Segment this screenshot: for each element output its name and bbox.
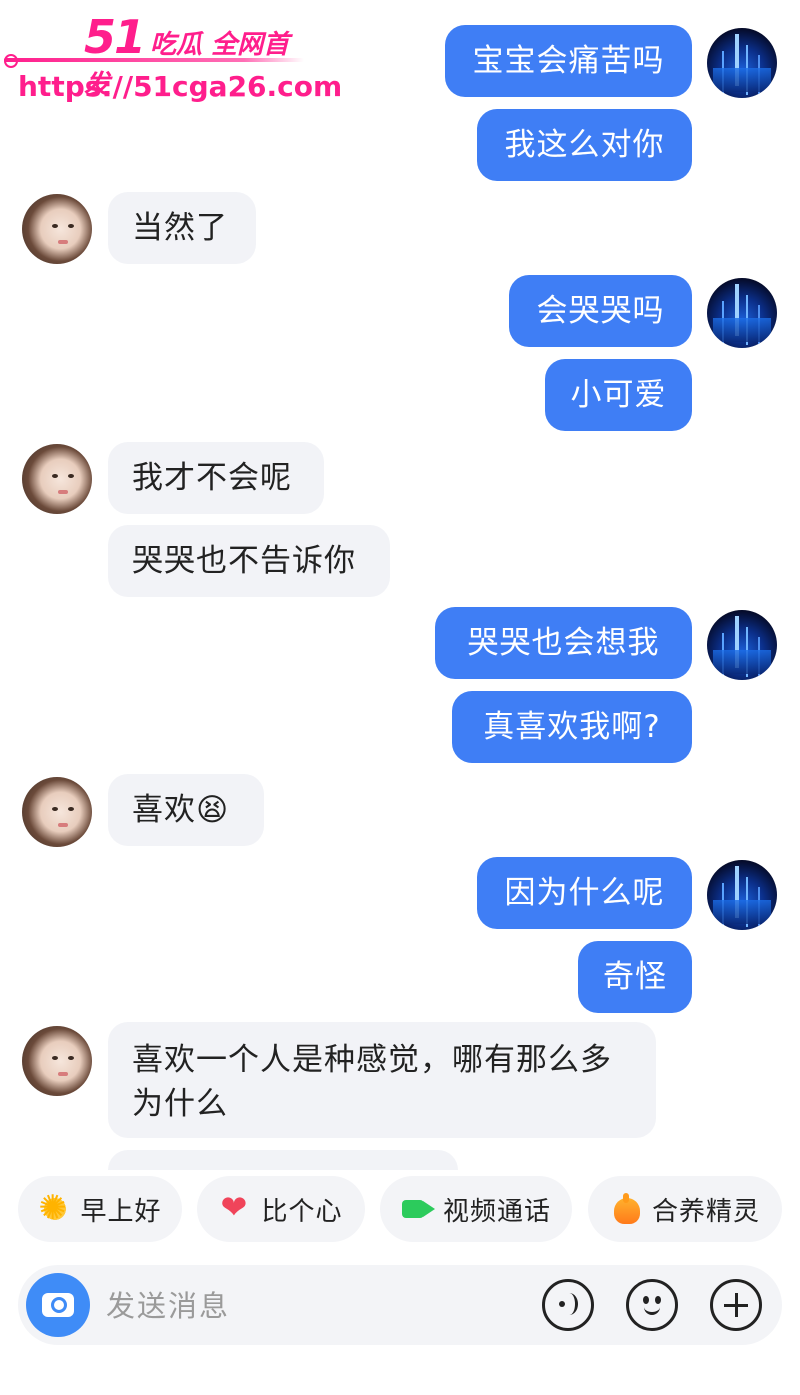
outgoing-message-bubble[interactable]: 我这么对你 [477, 109, 692, 181]
incoming-message-bubble[interactable]: 当然了 [108, 192, 256, 264]
my-avatar[interactable] [707, 860, 777, 930]
watermark-underline [4, 58, 304, 62]
my-avatar[interactable] [707, 28, 777, 98]
contact-avatar[interactable] [22, 777, 92, 847]
sun-icon [38, 1188, 73, 1228]
heart-icon [219, 1188, 253, 1226]
chat-area[interactable]: 宝宝会痛苦吗 我这么对你 当然了 会哭哭吗 小可爱 我才不会呢 哭哭也不告诉你 … [0, 0, 800, 1170]
incoming-message-bubble[interactable]: 喜欢😫 [108, 774, 264, 846]
quick-action-bar: 早上好 比个心 视频通话 合养精灵 [0, 1176, 800, 1252]
contact-avatar[interactable] [22, 194, 92, 264]
outgoing-message-bubble[interactable]: 真喜欢我啊? [452, 691, 692, 763]
voice-icon[interactable] [542, 1279, 594, 1331]
my-avatar[interactable] [707, 610, 777, 680]
contact-avatar[interactable] [22, 1026, 92, 1096]
video-icon [401, 1192, 435, 1226]
incoming-message-bubble-partial [108, 1150, 458, 1170]
incoming-message-bubble[interactable]: 哭哭也不告诉你 [108, 525, 390, 597]
quick-action-label: 比个心 [261, 1196, 343, 1227]
quick-action-good-morning[interactable]: 早上好 [18, 1176, 182, 1242]
incoming-message-bubble[interactable]: 我才不会呢 [108, 442, 324, 514]
quick-action-video-call[interactable]: 视频通话 [380, 1176, 572, 1242]
contact-avatar[interactable] [22, 444, 92, 514]
quick-action-sprite[interactable]: 合养精灵 [588, 1176, 782, 1242]
outgoing-message-bubble[interactable]: 会哭哭吗 [509, 275, 692, 347]
outgoing-message-bubble[interactable]: 小可爱 [545, 359, 692, 431]
plus-icon[interactable] [710, 1279, 762, 1331]
watermark-url: https://51cga26.com [18, 70, 343, 103]
my-avatar[interactable] [707, 278, 777, 348]
sprite-icon [610, 1192, 644, 1226]
quick-action-heart[interactable]: 比个心 [197, 1176, 365, 1242]
watermark: 51 吃瓜 全网首发 https://51cga26.com [4, 10, 342, 110]
camera-icon[interactable] [26, 1273, 90, 1337]
message-input[interactable] [104, 1277, 528, 1335]
message-composer [18, 1265, 782, 1345]
outgoing-message-bubble[interactable]: 奇怪 [578, 941, 692, 1013]
emoji-icon[interactable] [626, 1279, 678, 1331]
outgoing-message-bubble[interactable]: 因为什么呢 [477, 857, 692, 929]
outgoing-message-bubble[interactable]: 宝宝会痛苦吗 [445, 25, 692, 97]
quick-action-label: 合养精灵 [651, 1196, 760, 1227]
quick-action-label: 早上好 [80, 1196, 162, 1227]
quick-action-label: 视频通话 [442, 1196, 551, 1227]
watermark-number: 51 [84, 10, 146, 64]
outgoing-message-bubble[interactable]: 哭哭也会想我 [435, 607, 692, 679]
incoming-message-bubble[interactable]: 喜欢一个人是种感觉，哪有那么多为什么 [108, 1022, 656, 1138]
